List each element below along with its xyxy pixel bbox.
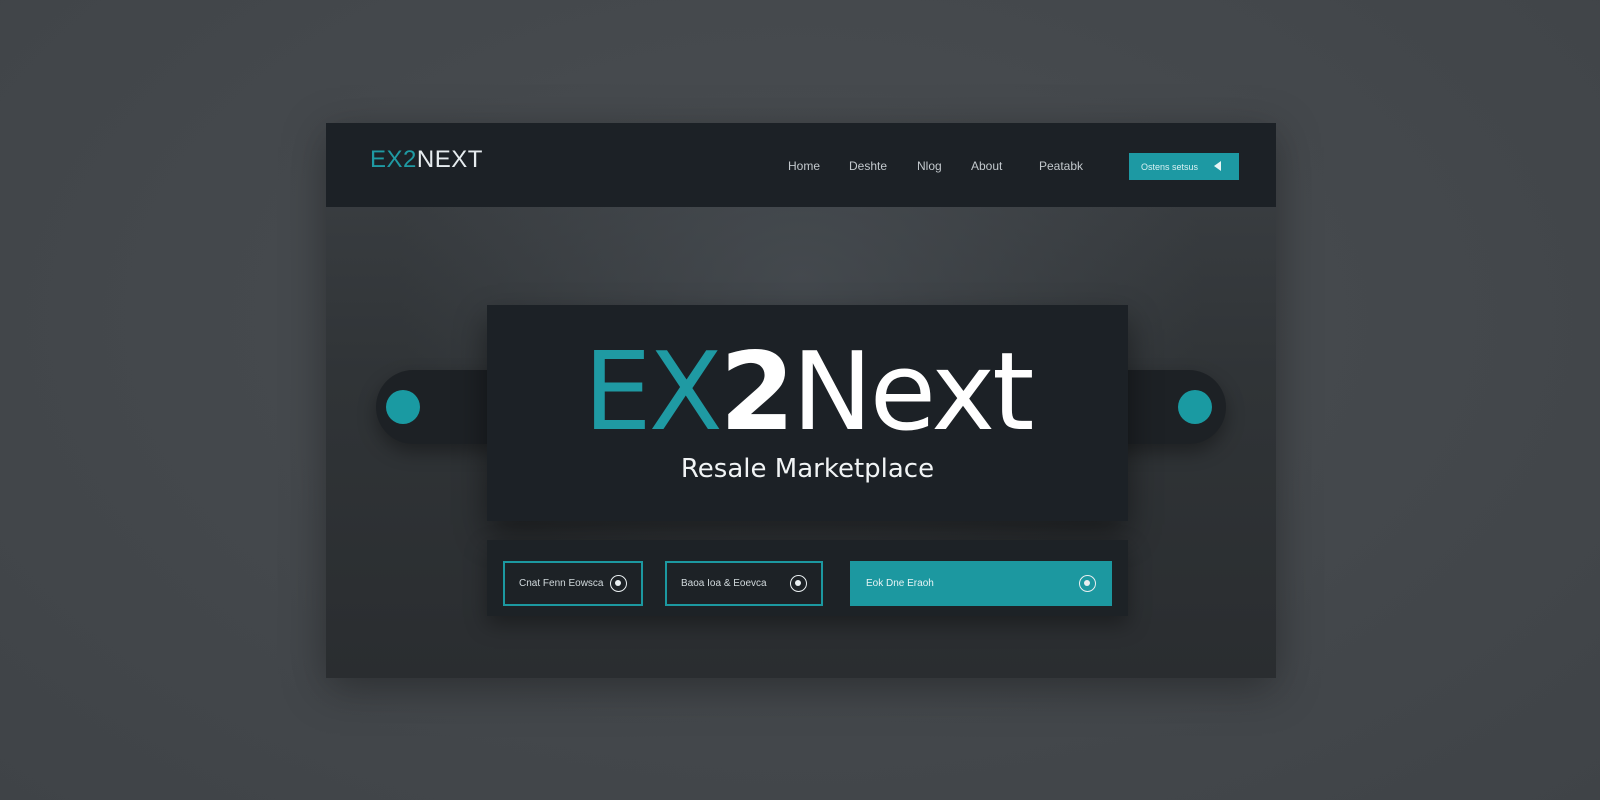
action-strip: Cnat Fenn Eowsca Baoa Ioa & Eoevca Eok D…: [487, 540, 1128, 616]
brand-logo[interactable]: EX2NEXT: [370, 145, 483, 175]
hero-subtitle: Resale Marketplace: [680, 454, 935, 484]
action-button-primary[interactable]: Eok Dne Eraoh: [850, 561, 1112, 606]
chevron-left-icon: [1214, 161, 1221, 171]
action-button-2-label: Baoa Ioa & Eoevca: [681, 578, 767, 589]
radio-target-icon: [610, 575, 627, 592]
brand-logo-part1: EX2: [370, 146, 417, 173]
site-header: EX2NEXT Home Deshte Nlog About Peatabk O…: [326, 123, 1276, 207]
nav-item-5[interactable]: Peatabk: [1039, 156, 1119, 176]
carousel-control-left: [376, 370, 496, 444]
hero-title-part2: 2: [719, 330, 795, 455]
carousel-next-dot-icon[interactable]: [1178, 390, 1212, 424]
nav-item-3[interactable]: Nlog: [917, 156, 971, 176]
header-cta-button[interactable]: Ostens setsus: [1129, 153, 1239, 180]
radio-target-icon: [790, 575, 807, 592]
header-cta-label: Ostens setsus: [1141, 161, 1199, 172]
hero-title-part1: EX: [583, 330, 723, 455]
action-button-2[interactable]: Baoa Ioa & Eoevca: [665, 561, 823, 606]
radio-target-icon: [1079, 575, 1096, 592]
hero-card: EX2Next Resale Marketplace: [487, 305, 1128, 521]
action-button-primary-label: Eok Dne Eraoh: [866, 578, 934, 589]
hero-title-part3: Next: [791, 330, 1035, 455]
site-window: EX2NEXT Home Deshte Nlog About Peatabk O…: [326, 123, 1276, 678]
carousel-prev-dot-icon[interactable]: [386, 390, 420, 424]
hero-title: EX2Next: [487, 335, 1128, 451]
main-nav: Home Deshte Nlog About Peatabk: [788, 155, 1119, 177]
nav-item-about[interactable]: About: [971, 156, 1039, 176]
nav-item-2[interactable]: Deshte: [849, 156, 917, 176]
nav-item-home[interactable]: Home: [788, 156, 849, 176]
action-button-1-label: Cnat Fenn Eowsca: [519, 578, 604, 589]
action-button-1[interactable]: Cnat Fenn Eowsca: [503, 561, 643, 606]
brand-logo-part2: NEXT: [416, 146, 483, 173]
